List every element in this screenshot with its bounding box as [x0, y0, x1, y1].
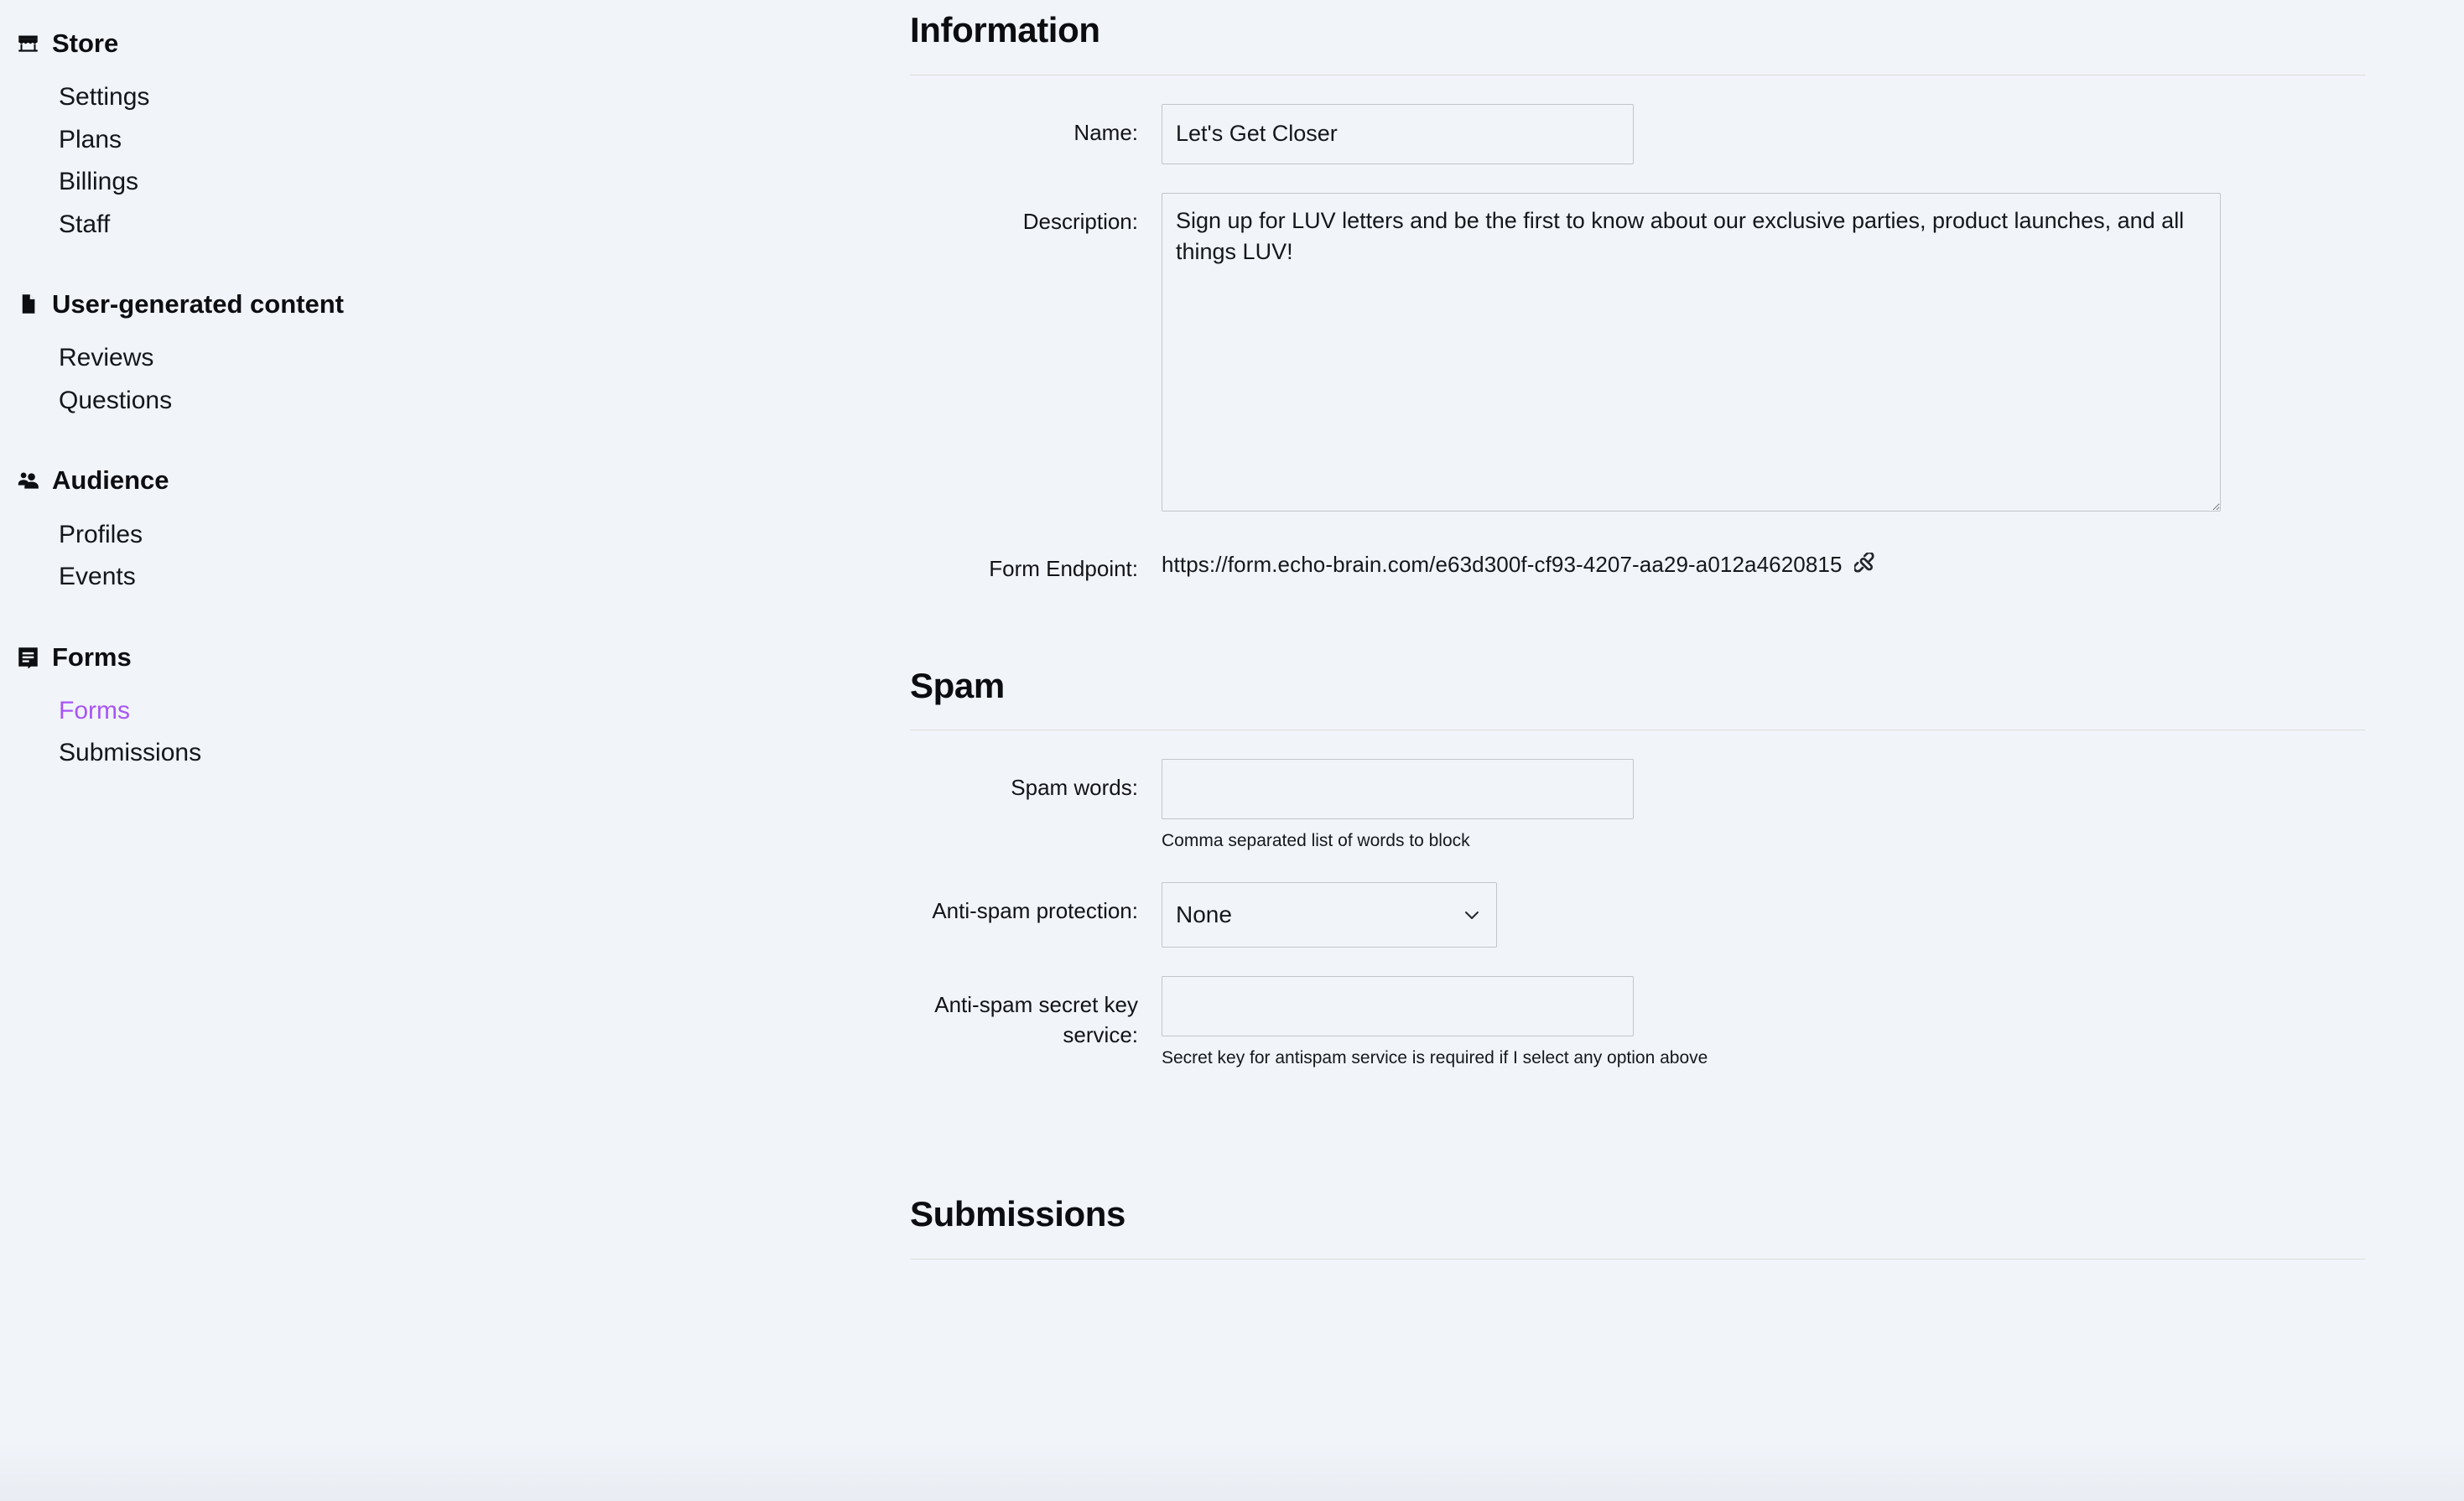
sidebar-group-user-generated-content: User-generated content Reviews Questions — [15, 286, 910, 422]
sidebar-group-header-user-generated-content: User-generated content — [15, 286, 910, 322]
spam-words-input[interactable] — [1162, 759, 1634, 820]
form-icon — [15, 644, 40, 669]
name-label: Name: — [1073, 119, 1138, 145]
description-control: Sign up for LUV letters and be the first… — [1162, 192, 2365, 512]
link-plug-icon[interactable] — [1853, 553, 1878, 576]
form-endpoint-value-group: https://form.echo-brain.com/e63d300f-cf9… — [1162, 540, 2365, 578]
sidebar-item-questions[interactable]: Questions — [15, 380, 910, 423]
spam-words-control: Comma separated list of words to block — [1162, 759, 2365, 853]
sidebar-group-title: Audience — [52, 465, 169, 496]
sidebar-group-header-forms: Forms — [15, 639, 910, 675]
form-endpoint-control: https://form.echo-brain.com/e63d300f-cf9… — [1162, 540, 2365, 578]
sidebar-item-billings[interactable]: Billings — [15, 161, 910, 204]
sidebar-item-profiles[interactable]: Profiles — [15, 514, 910, 557]
sidebar-item-events[interactable]: Events — [15, 556, 910, 599]
spam-section: Spam Spam words: Comma separated list of… — [910, 664, 2365, 1070]
antispam-protection-select[interactable]: None — [1162, 881, 1497, 948]
submissions-heading: Submissions — [910, 1194, 1125, 1234]
form-endpoint-label: Form Endpoint: — [989, 555, 1138, 581]
name-control — [1162, 103, 2365, 164]
spam-words-label: Spam words: — [1011, 775, 1138, 801]
sidebar-item-forms[interactable]: Forms — [15, 690, 910, 733]
spam-words-field-row: Spam words: Comma separated list of word… — [910, 730, 2365, 853]
spam-heading: Spam — [910, 665, 1005, 705]
sidebar-group-title: User-generated content — [52, 289, 344, 319]
information-heading: Information — [910, 10, 1100, 49]
sidebar-item-plans[interactable]: Plans — [15, 119, 910, 162]
sidebar-group-header-audience: Audience — [15, 462, 910, 498]
antispam-protection-control: None — [1162, 881, 2365, 948]
app-root: Store Settings Plans Billings Staff User… — [0, 0, 2464, 1501]
name-input[interactable] — [1162, 103, 1634, 164]
antispam-protection-select-wrap: None — [1162, 881, 1497, 948]
sidebar-group-title: Forms — [52, 641, 132, 672]
main-content: Information Name: Description: Sign up f… — [910, 0, 2464, 1259]
antispam-secret-field-row: Anti-spam secret key service: Secret key… — [910, 948, 2365, 1070]
description-field-row: Description: Sign up for LUV letters and… — [910, 164, 2365, 512]
antispam-secret-label: Anti-spam secret key service: — [934, 991, 1138, 1048]
antispam-protection-label: Anti-spam protection: — [932, 897, 1138, 923]
sidebar-group-title: Store — [52, 29, 119, 58]
name-field-row: Name: — [910, 75, 2365, 164]
form-endpoint-row: Form Endpoint: https://form.echo-brain.c… — [910, 512, 2365, 584]
submissions-section: Submissions — [910, 1192, 2365, 1259]
sidebar-item-settings[interactable]: Settings — [15, 76, 910, 119]
antispam-protection-field-row: Anti-spam protection: None — [910, 854, 2365, 948]
spam-words-help-text: Comma separated list of words to block — [1162, 831, 1470, 851]
sidebar-group-header-store: Store — [15, 25, 910, 61]
sidebar-group-store: Store Settings Plans Billings Staff — [15, 25, 910, 246]
antispam-secret-help-text: Secret key for antispam service is requi… — [1162, 1047, 1708, 1067]
description-label: Description: — [1022, 208, 1138, 234]
description-textarea[interactable]: Sign up for LUV letters and be the first… — [1162, 192, 2221, 512]
sidebar-navigation: Store Settings Plans Billings Staff User… — [0, 0, 910, 775]
document-icon — [15, 292, 40, 317]
sidebar-item-submissions[interactable]: Submissions — [15, 732, 910, 775]
sidebar-item-staff[interactable]: Staff — [15, 204, 910, 247]
sidebar-group-audience: Audience Profiles Events — [15, 462, 910, 598]
storefront-icon — [15, 31, 40, 56]
people-icon — [15, 468, 40, 493]
sidebar-group-forms: Forms Forms Submissions — [15, 639, 910, 775]
sidebar-item-reviews[interactable]: Reviews — [15, 337, 910, 380]
antispam-secret-input[interactable] — [1162, 975, 1634, 1036]
antispam-secret-control: Secret key for antispam service is requi… — [1162, 975, 2365, 1070]
information-section: Information Name: Description: Sign up f… — [910, 8, 2365, 584]
form-endpoint-url[interactable]: https://form.echo-brain.com/e63d300f-cf9… — [1162, 552, 1843, 578]
